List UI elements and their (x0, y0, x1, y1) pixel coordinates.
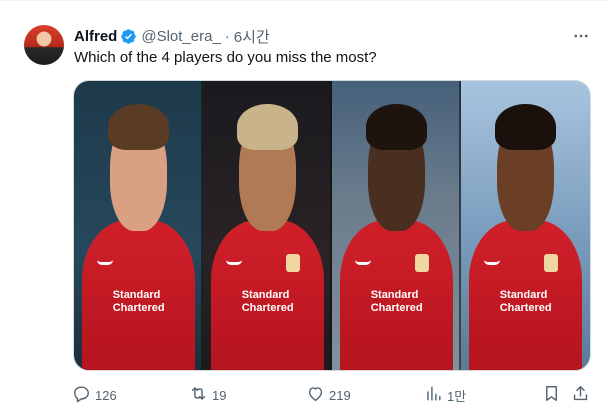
tweet-actions: 126 19 219 1만 (66, 383, 594, 407)
sponsor-logo: Standard Chartered (241, 289, 294, 315)
reply-icon (72, 384, 91, 406)
repost-count: 19 (212, 387, 227, 403)
view-count: 1만 (447, 388, 467, 404)
views-icon (424, 384, 443, 406)
heart-icon (306, 384, 325, 406)
more-icon[interactable] (570, 26, 592, 46)
author-handle[interactable]: @Slot_era_ (141, 28, 220, 45)
author-name[interactable]: Alfred (74, 28, 117, 45)
separator-dot: · (224, 27, 230, 45)
reply-count: 126 (95, 387, 117, 403)
tweet-media[interactable]: Standard Chartered Standard Chartered St… (73, 80, 591, 371)
verified-badge-icon (120, 28, 137, 45)
bookmark-button[interactable] (542, 383, 561, 407)
player-photo: Standard Chartered (74, 81, 203, 370)
repost-button[interactable]: 19 (189, 383, 226, 407)
share-button[interactable] (571, 383, 590, 407)
like-button[interactable]: 219 (306, 383, 351, 407)
player-photo: Standard Chartered (332, 81, 461, 370)
player-photo: Standard Chartered (203, 81, 332, 370)
timestamp[interactable]: 6시간 (234, 26, 270, 47)
avatar[interactable] (24, 25, 64, 65)
tweet[interactable]: Alfred @Slot_era_ · 6시간 Which of the 4 p… (0, 0, 608, 408)
player-photo: Standard Chartered (461, 81, 590, 370)
tweet-header: Alfred @Slot_era_ · 6시간 (74, 26, 270, 46)
reply-button[interactable]: 126 (72, 383, 117, 407)
share-icon (571, 384, 590, 406)
bookmark-icon (542, 384, 561, 406)
tweet-text: Which of the 4 players do you miss the m… (74, 49, 377, 66)
views-button[interactable]: 1만 (424, 383, 466, 407)
like-count: 219 (329, 387, 351, 403)
sponsor-logo: Standard Chartered (370, 289, 423, 315)
repost-icon (189, 384, 208, 406)
sponsor-logo: Standard Chartered (112, 289, 165, 315)
sponsor-logo: Standard Chartered (499, 289, 552, 315)
